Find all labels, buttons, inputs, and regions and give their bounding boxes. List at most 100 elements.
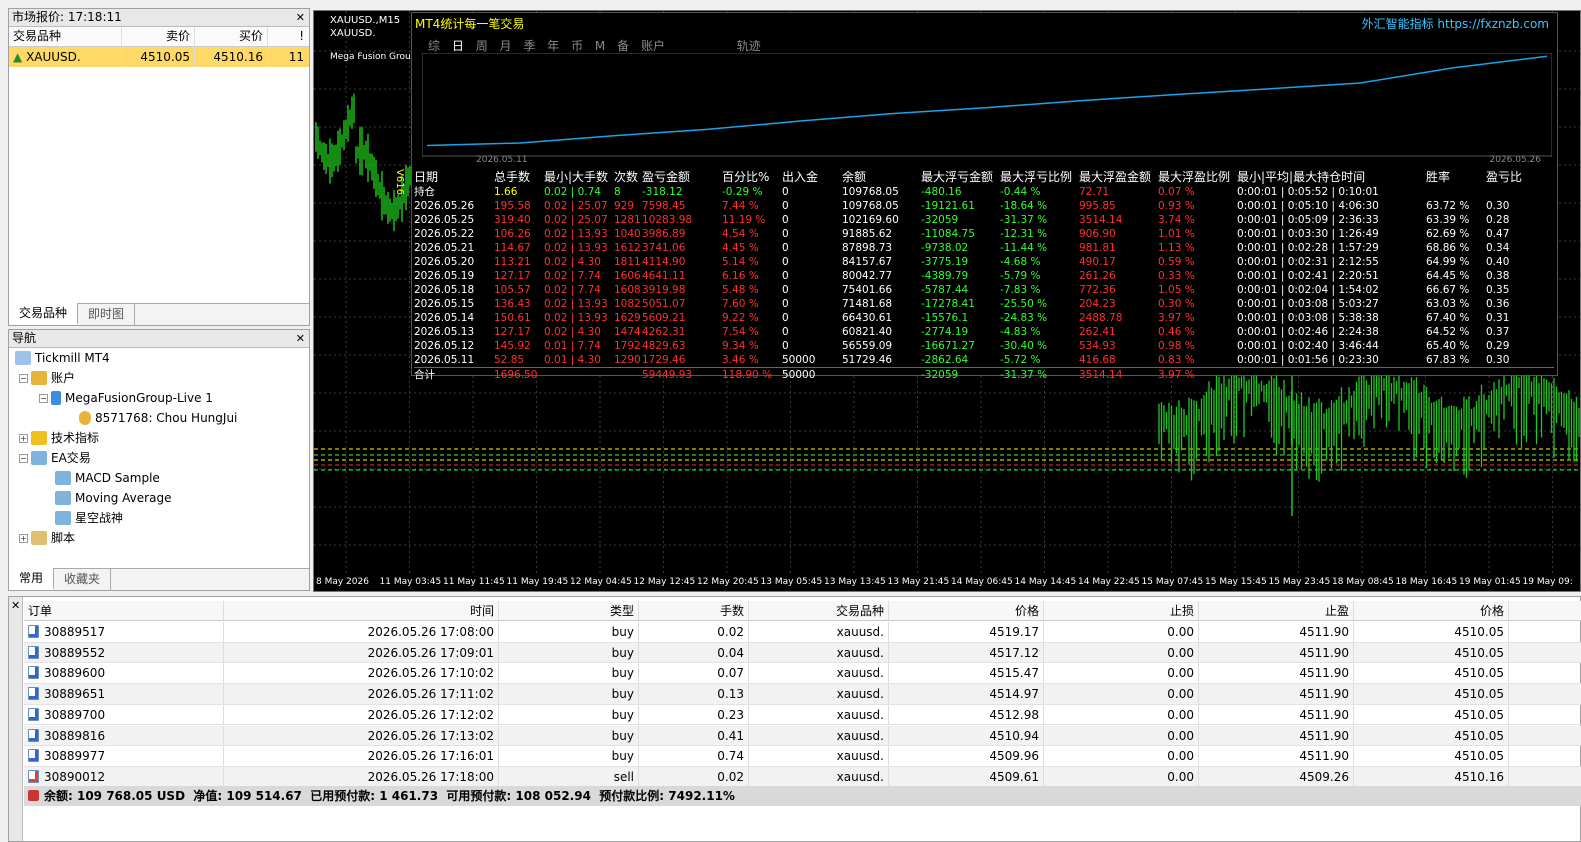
- stats-tab[interactable]: 年: [547, 39, 559, 53]
- stats-tab[interactable]: 季: [523, 39, 535, 53]
- stats-cell-win: 64.99 %: [1426, 256, 1470, 268]
- col-symbol[interactable]: 交易品种: [9, 27, 122, 46]
- tree-ea[interactable]: − EA交易: [19, 448, 91, 468]
- order-cell-sl: 0.00: [1044, 725, 1199, 746]
- col-bid[interactable]: 卖价: [122, 27, 195, 46]
- order-row[interactable]: 30889816 2026.05.26 17:13:02 buy 0.41 xauusd…: [24, 725, 1581, 747]
- close-icon[interactable]: ✕: [296, 330, 305, 347]
- stats-tab[interactable]: 账户: [641, 39, 665, 53]
- tree-ea-item[interactable]: 星空战神: [55, 508, 123, 528]
- orders-col-header[interactable]: 止损: [1044, 601, 1199, 620]
- stats-cell-minmax: 0.02 | 7.74: [544, 270, 601, 282]
- tree-accounts[interactable]: − 账户: [19, 368, 75, 388]
- order-row[interactable]: 30889651 2026.05.26 17:11:02 buy 0.13 xauusd…: [24, 684, 1581, 705]
- order-cell-lots: 0.07: [639, 663, 749, 684]
- orders-col-header[interactable]: 价格: [889, 601, 1044, 620]
- tab-common[interactable]: 常用: [9, 568, 55, 590]
- col-spread[interactable]: !: [268, 27, 308, 46]
- expand-icon[interactable]: +: [19, 433, 28, 443]
- time-axis-label: 11 May 11:45: [443, 577, 505, 587]
- time-axis-label: 13 May 05:45: [760, 577, 823, 587]
- order-row[interactable]: 30890012 2026.05.26 17:18:00 sell 0.02 xauus…: [24, 766, 1581, 788]
- tree-account[interactable]: 8571768: Chou HungJui: [79, 408, 237, 428]
- stats-header-cell: 最小|平均|最大持仓时间: [1237, 170, 1366, 184]
- order-row[interactable]: 30889600 2026.05.26 17:10:02 buy 0.07 xauusd…: [24, 663, 1581, 685]
- collapse-icon[interactable]: −: [19, 453, 28, 463]
- stats-header-cell: 最大浮盈金额: [1079, 170, 1152, 184]
- stats-cell-win: 62.69 %: [1426, 228, 1470, 240]
- stats-cell-win: 63.39 %: [1426, 214, 1470, 226]
- order-id: 30889700: [44, 707, 106, 722]
- tree-ea-item[interactable]: MACD Sample: [55, 468, 160, 488]
- order-cell-cur: 4510.16: [1354, 766, 1509, 787]
- orders-col-header[interactable]: 类型: [499, 601, 639, 620]
- buy-order-icon: [28, 625, 39, 638]
- stats-header-cell: 盈亏比: [1486, 170, 1523, 184]
- stats-cell-balance: 80042.77: [842, 270, 893, 282]
- order-cell-cur: 4510.05: [1354, 642, 1509, 663]
- order-cell-sl: 0.00: [1044, 746, 1199, 766]
- summary-icon: [28, 790, 39, 801]
- order-row[interactable]: 30889517 2026.05.26 17:08:00 buy 0.02 xauusd…: [24, 622, 1581, 643]
- stats-cell-balance: 60821.40: [842, 326, 893, 338]
- stats-cell-date: 2026.05.25: [414, 214, 475, 226]
- stats-title: MT4统计每一笔交易: [415, 17, 525, 31]
- tree-server-label: MegaFusionGroup-Live 1: [65, 391, 213, 405]
- stats-cell-lots: 150.61: [494, 312, 531, 324]
- stats-tab-active[interactable]: 日: [452, 39, 464, 53]
- stats-cell-maxflp: -30.40 %: [1000, 340, 1048, 352]
- stats-cell-pnl: 3919.98: [642, 284, 686, 296]
- stats-cell-hold: 0:00:01 | 0:05:10 | 4:06:30: [1237, 200, 1379, 212]
- tree-indicators[interactable]: + 技术指标: [19, 428, 99, 448]
- orders-col-header[interactable]: 订单: [24, 601, 224, 620]
- tab-symbols[interactable]: 交易品种: [9, 303, 79, 325]
- tree-root[interactable]: Tickmill MT4: [15, 348, 110, 368]
- stats-tab[interactable]: 月: [500, 39, 512, 53]
- stats-tab[interactable]: 综: [428, 39, 440, 53]
- market-watch-row[interactable]: ▲ XAUUSD. 4510.05 4510.16 11: [9, 47, 309, 67]
- stats-tab[interactable]: 备: [617, 39, 629, 53]
- stats-cell-win: 64.52 %: [1426, 326, 1470, 338]
- time-axis: 8 May 2026 11 May 03:45 11 May 11:45 11 May…: [314, 575, 1580, 591]
- stats-cell-maxfl: -32059: [921, 214, 959, 226]
- stats-tab[interactable]: 币: [571, 39, 583, 53]
- navigator-tabs: 常用 收藏夹: [9, 568, 309, 590]
- order-row[interactable]: 30889700 2026.05.26 17:12:02 buy 0.23 xauusd…: [24, 704, 1581, 726]
- stats-tab[interactable]: M: [595, 39, 605, 53]
- orders-col-header[interactable]: 手数: [639, 601, 749, 620]
- stats-cell-pct: 3.46 %: [722, 354, 759, 366]
- collapse-icon[interactable]: −: [19, 373, 28, 383]
- stats-link[interactable]: 外汇智能指标 https://fxznzb.com: [1362, 15, 1549, 32]
- order-row[interactable]: 30889977 2026.05.26 17:16:01 buy 0.74 xauusd…: [24, 746, 1581, 767]
- tab-tick-chart[interactable]: 即时图: [78, 304, 136, 325]
- tree-ea-item[interactable]: Moving Average: [55, 488, 171, 508]
- order-cell-symbol: xauusd.: [749, 622, 889, 642]
- orders-col-header[interactable]: 时间: [224, 601, 499, 620]
- stats-cell-maxflp: -7.83 %: [1000, 284, 1041, 296]
- stats-header-cell: 日期: [414, 170, 439, 184]
- tree-scripts[interactable]: + 脚本: [19, 528, 75, 548]
- expand-icon[interactable]: +: [19, 533, 28, 543]
- close-icon[interactable]: ✕: [11, 599, 20, 612]
- indicator-icon: [31, 431, 47, 445]
- order-row[interactable]: 30889552 2026.05.26 17:09:01 buy 0.04 xauusd…: [24, 642, 1581, 664]
- stats-cell-pct: 5.14 %: [722, 256, 759, 268]
- time-axis-label: 12 May 04:45: [570, 577, 632, 587]
- collapse-icon[interactable]: −: [39, 393, 48, 403]
- orders-col-header[interactable]: 止盈: [1199, 601, 1354, 620]
- stats-cell-flow: 0: [782, 200, 789, 212]
- tab-favorites[interactable]: 收藏夹: [54, 569, 112, 590]
- stats-cell-pr: 0.35: [1486, 284, 1510, 296]
- time-axis-label: 14 May 14:45: [1014, 577, 1077, 587]
- close-icon[interactable]: ✕: [296, 9, 305, 26]
- stats-cell-maxfp: 204.23: [1079, 298, 1116, 310]
- buy-order-icon: [28, 666, 39, 680]
- col-ask[interactable]: 买价: [195, 27, 268, 46]
- orders-col-header[interactable]: 交易品种: [749, 601, 889, 620]
- stats-tab[interactable]: 轨迹: [737, 39, 761, 53]
- stats-cell-date: 2026.05.20: [414, 256, 475, 268]
- order-cell-sl: 0.00: [1044, 622, 1199, 642]
- stats-tab[interactable]: 周: [476, 39, 488, 53]
- tree-server[interactable]: − MegaFusionGroup-Live 1: [39, 388, 213, 408]
- orders-col-header[interactable]: 价格: [1354, 601, 1509, 620]
